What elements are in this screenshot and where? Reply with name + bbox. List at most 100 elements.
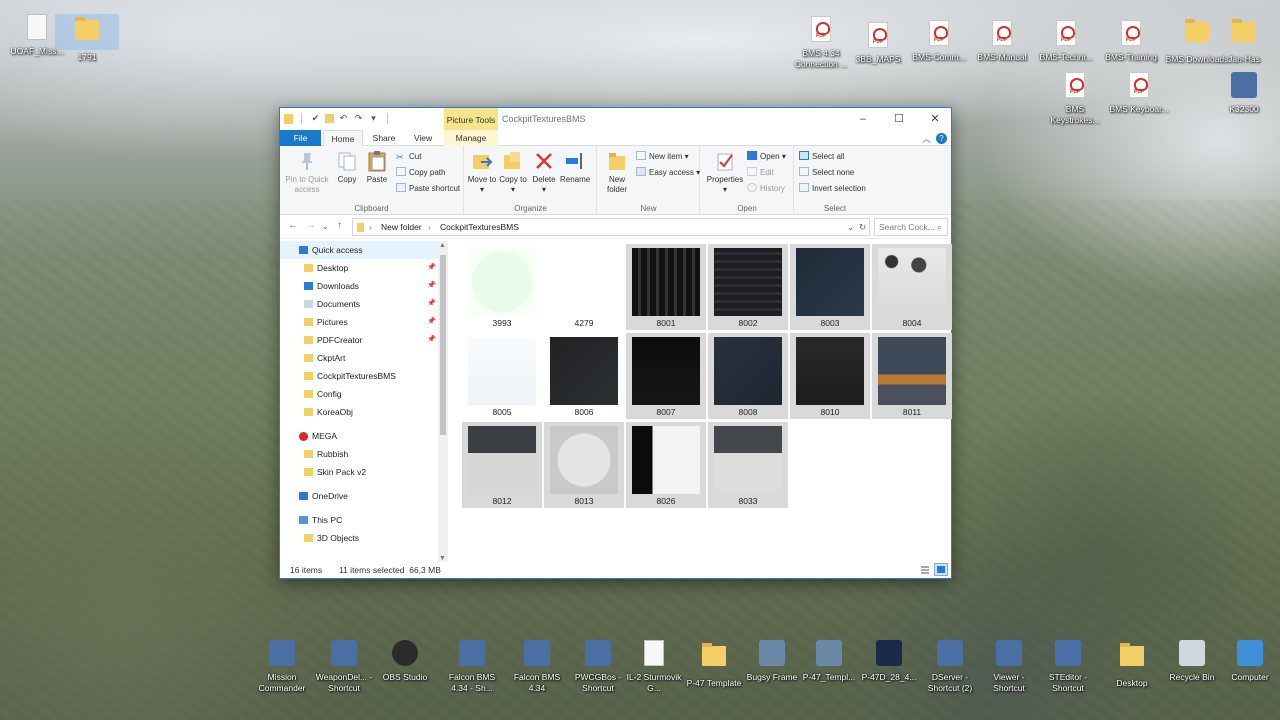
- tab-view[interactable]: View: [405, 130, 441, 146]
- desktop-icon[interactable]: IL-2 Sturmovik G...: [622, 640, 686, 694]
- desktop-icon[interactable]: P-47_Templ...: [797, 640, 861, 683]
- desktop-icon[interactable]: Jan-Has: [1212, 16, 1276, 65]
- nav-item[interactable]: Pictures 📌: [280, 313, 440, 331]
- nav-item[interactable]: Desktop 📌: [280, 259, 440, 277]
- close-button[interactable]: ✕: [917, 108, 953, 130]
- file-tile[interactable]: 8026: [626, 422, 706, 508]
- desktop-icon[interactable]: Falcon BMS 4.34 - Sh...: [440, 640, 504, 694]
- nav-item[interactable]: OneDrive: [280, 487, 440, 505]
- file-tile[interactable]: 8002: [708, 244, 788, 330]
- desktop-icon[interactable]: P-47D_28_4...: [857, 640, 921, 683]
- open-button[interactable]: Open ▾: [747, 150, 786, 164]
- desktop-icon[interactable]: DServer - Shortcut (2): [918, 640, 982, 694]
- large-icons-view-button[interactable]: [934, 563, 948, 576]
- easy-access-button[interactable]: Easy access ▾: [636, 166, 700, 180]
- file-tile[interactable]: 8007: [626, 333, 706, 419]
- desktop-icon[interactable]: Desktop: [1100, 640, 1164, 689]
- nav-item[interactable]: KoreaObj: [280, 403, 440, 421]
- nav-item[interactable]: Quick access: [280, 241, 440, 259]
- desktop-icon[interactable]: BMS-Training: [1099, 20, 1163, 63]
- desktop-icon[interactable]: Computer: [1218, 640, 1280, 683]
- nav-item[interactable]: Rubbish: [280, 445, 440, 463]
- desktop-icon[interactable]: 1791: [55, 14, 119, 62]
- invert-selection-button[interactable]: Invert selection: [799, 182, 866, 196]
- desktop-icon[interactable]: Viewer - Shortcut: [977, 640, 1041, 694]
- undo-icon[interactable]: ↶: [338, 113, 349, 124]
- desktop-icon[interactable]: K32300: [1212, 72, 1276, 115]
- file-tile[interactable]: 8005: [462, 333, 542, 419]
- file-tile[interactable]: 8012: [462, 422, 542, 508]
- chevron-up-icon[interactable]: ︿: [922, 132, 931, 145]
- refresh-icon[interactable]: ↻: [859, 222, 866, 233]
- desktop-icon[interactable]: WeaponDel... - Shortcut: [312, 640, 376, 694]
- tab-manage[interactable]: Manage: [444, 130, 498, 146]
- address-dropdown-icon[interactable]: ⌄: [847, 222, 854, 233]
- file-tile[interactable]: 3993: [462, 244, 542, 330]
- paste-button[interactable]: Paste: [362, 150, 392, 185]
- desktop-icon[interactable]: STEditor - Shortcut: [1036, 640, 1100, 694]
- file-tile[interactable]: 8010: [790, 333, 870, 419]
- desktop-icon[interactable]: Mission Commander: [250, 640, 314, 694]
- up-arrow-icon[interactable]: ↑: [337, 220, 342, 231]
- desktop-icon[interactable]: Recycle Bin: [1160, 640, 1224, 683]
- edit-button[interactable]: Edit: [747, 166, 774, 180]
- minimize-button[interactable]: –: [845, 108, 881, 130]
- tab-home[interactable]: Home: [323, 130, 363, 147]
- address-bar[interactable]: › New folder › CockpitTexturesBMS ⌄ ↻: [352, 218, 870, 236]
- desktop-icon[interactable]: BMS 4.34 Connection ...: [789, 16, 853, 70]
- nav-item[interactable]: MEGA: [280, 427, 440, 445]
- pin-to-quick-access-button[interactable]: Pin to Quick access: [283, 150, 331, 195]
- copy-to-button[interactable]: Copy to ▾: [498, 150, 528, 195]
- nav-item[interactable]: 3D Objects: [280, 529, 440, 547]
- tab-file[interactable]: File: [280, 130, 321, 146]
- desktop-icon[interactable]: BMS Keyboar...: [1107, 72, 1171, 115]
- file-tile[interactable]: 8006: [544, 333, 624, 419]
- desktop-icon[interactable]: Bugsy Frame: [740, 640, 804, 683]
- back-arrow-icon[interactable]: ←: [288, 220, 298, 231]
- copy-button[interactable]: Copy: [332, 150, 362, 185]
- properties-button[interactable]: Properties ▾: [705, 150, 745, 195]
- file-tile[interactable]: 8001: [626, 244, 706, 330]
- file-tile[interactable]: 4279: [544, 244, 624, 330]
- nav-scrollbar[interactable]: ▲ ▼: [438, 241, 448, 563]
- new-folder-button[interactable]: New folder: [602, 150, 632, 195]
- file-tile[interactable]: 8003: [790, 244, 870, 330]
- select-all-button[interactable]: Select all: [799, 150, 844, 164]
- details-view-button[interactable]: [918, 563, 932, 576]
- scroll-down-icon[interactable]: ▼: [439, 555, 446, 562]
- tab-share[interactable]: Share: [365, 130, 403, 146]
- nav-item[interactable]: Skin Pack v2: [280, 463, 440, 481]
- nav-item[interactable]: CkptArt: [280, 349, 440, 367]
- nav-item[interactable]: PDFCreator 📌: [280, 331, 440, 349]
- properties-icon[interactable]: ✔: [310, 113, 321, 124]
- scroll-up-icon[interactable]: ▲: [439, 242, 446, 249]
- new-folder-icon[interactable]: [325, 114, 334, 123]
- copy-path-button[interactable]: Copy path: [396, 166, 445, 180]
- new-item-button[interactable]: New item ▾: [636, 150, 689, 164]
- desktop-icon[interactable]: BMS Keystrokes...: [1043, 72, 1107, 126]
- desktop-icon[interactable]: P-47 Template: [682, 640, 746, 689]
- redo-icon[interactable]: ↷: [353, 113, 364, 124]
- file-tile[interactable]: 8033: [708, 422, 788, 508]
- file-tile[interactable]: 8008: [708, 333, 788, 419]
- breadcrumb-current-folder[interactable]: CockpitTexturesBMS: [440, 222, 519, 232]
- rename-button[interactable]: Rename: [560, 150, 590, 185]
- desktop-icon[interactable]: 3BB_MAPS: [846, 22, 910, 65]
- delete-button[interactable]: Delete ▾: [529, 150, 559, 195]
- cut-button[interactable]: ✂ Cut: [396, 150, 421, 164]
- move-to-button[interactable]: Move to ▾: [467, 150, 497, 195]
- help-icon[interactable]: ?: [936, 133, 947, 144]
- file-tile[interactable]: 8004: [872, 244, 952, 330]
- desktop-icon[interactable]: OBS Studio: [373, 640, 437, 683]
- nav-item[interactable]: Downloads 📌: [280, 277, 440, 295]
- desktop-icon[interactable]: BMS-Manual: [970, 20, 1034, 63]
- history-button[interactable]: History: [747, 182, 785, 196]
- nav-item[interactable]: This PC: [280, 511, 440, 529]
- desktop-icon[interactable]: PWCGBos - Shortcut: [566, 640, 630, 694]
- recent-chevron-icon[interactable]: ⌄: [322, 222, 329, 231]
- breadcrumb-new-folder[interactable]: New folder: [381, 222, 422, 232]
- forward-arrow-icon[interactable]: →: [306, 220, 316, 231]
- nav-item[interactable]: Config: [280, 385, 440, 403]
- chevron-down-icon[interactable]: ▾: [368, 113, 379, 124]
- desktop-icon[interactable]: BMS-Techni...: [1034, 20, 1098, 63]
